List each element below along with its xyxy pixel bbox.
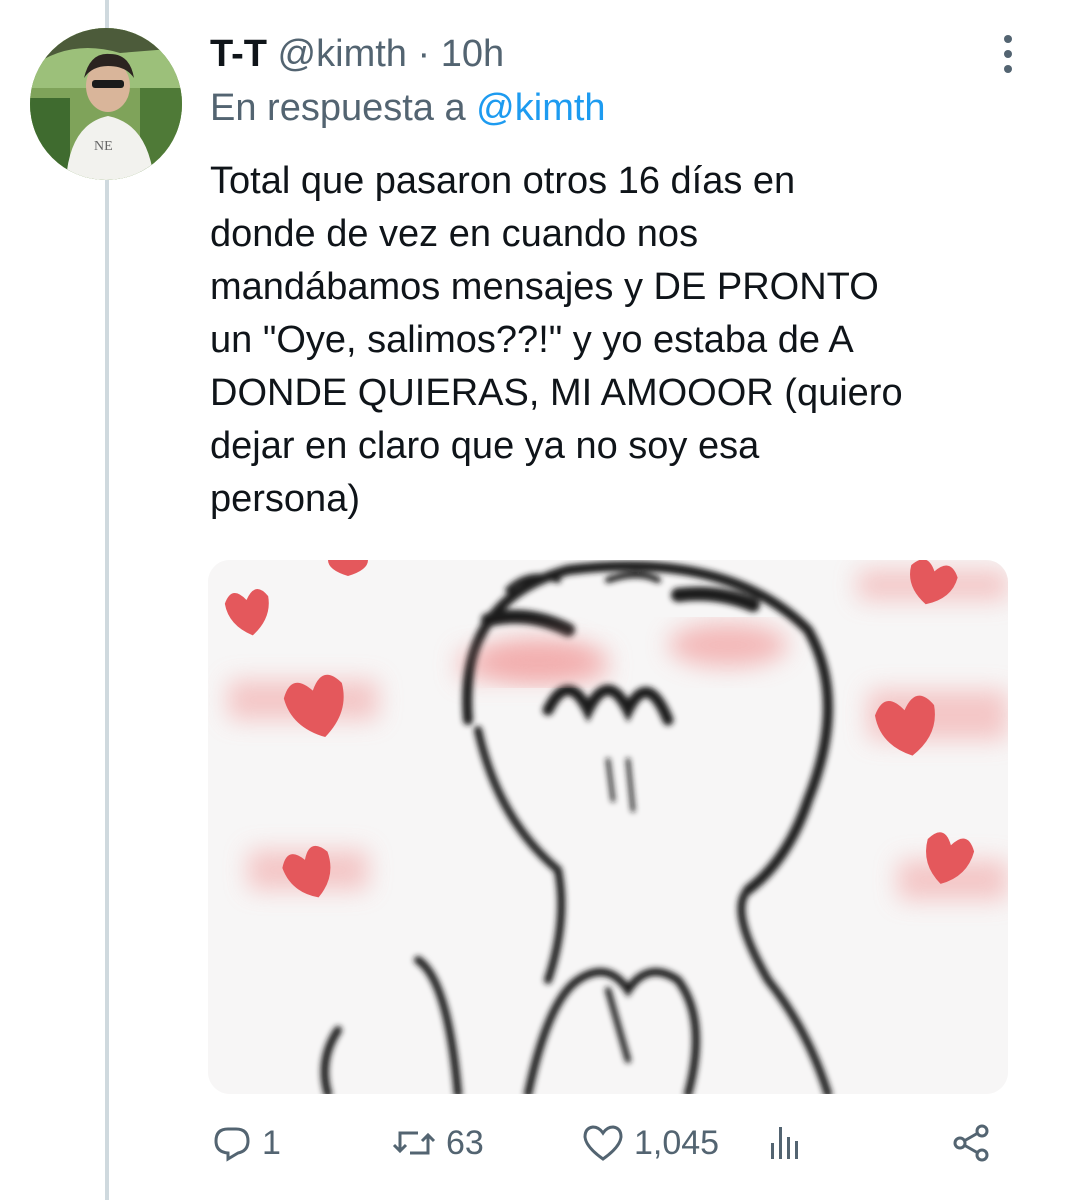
reply-context: En respuesta a @kimth xyxy=(210,86,606,130)
retweet-button[interactable]: 63 xyxy=(390,1118,484,1168)
tweet-text: Total que pasaron otros 16 días en donde… xyxy=(210,160,903,520)
avatar[interactable]: NE xyxy=(30,28,182,180)
reply-mention-link[interactable]: @kimth xyxy=(476,87,605,129)
thread-line xyxy=(105,0,109,1200)
tweet-media[interactable] xyxy=(208,560,1008,1094)
separator: · xyxy=(417,33,431,75)
reply-button[interactable]: 1 xyxy=(210,1118,281,1168)
reply-prefix: En respuesta a xyxy=(210,87,466,129)
svg-text:NE: NE xyxy=(94,139,113,154)
reply-count: 1 xyxy=(262,1123,281,1162)
analytics-button[interactable] xyxy=(765,1118,805,1168)
analytics-icon xyxy=(771,1127,798,1159)
tweet-actions: 1 63 1,045 xyxy=(210,1118,1010,1168)
heart-icon xyxy=(583,1125,623,1161)
tweet-header: T-T @kimth · 10h xyxy=(210,32,504,76)
share-icon xyxy=(953,1124,989,1162)
timestamp[interactable]: 10h xyxy=(441,33,504,75)
display-name[interactable]: T-T xyxy=(210,33,267,75)
more-options-icon[interactable] xyxy=(990,32,1026,76)
like-count: 1,045 xyxy=(634,1123,720,1162)
share-button[interactable] xyxy=(950,1118,994,1168)
reply-icon xyxy=(214,1127,250,1162)
retweet-icon xyxy=(392,1131,436,1155)
meme-drawing xyxy=(208,560,1008,1094)
retweet-count: 63 xyxy=(446,1123,484,1162)
avatar-photo: NE xyxy=(30,28,182,180)
handle[interactable]: @kimth xyxy=(278,33,407,75)
like-button[interactable]: 1,045 xyxy=(580,1118,719,1168)
